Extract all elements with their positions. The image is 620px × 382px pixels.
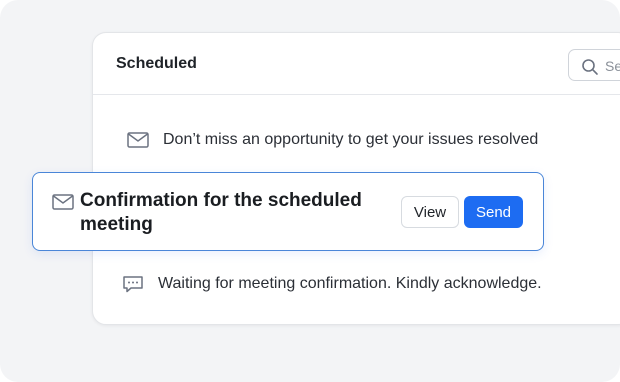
- card-title: Scheduled: [116, 55, 197, 72]
- card-header: Scheduled Se: [93, 33, 620, 95]
- search-icon: [582, 59, 598, 75]
- search-placeholder: Se: [605, 58, 620, 74]
- list-item[interactable]: Waiting for meeting confirmation. Kindly…: [93, 269, 620, 299]
- send-button[interactable]: Send: [464, 196, 523, 228]
- view-button[interactable]: View: [401, 196, 459, 228]
- list-item-text: Waiting for meeting confirmation. Kindly…: [158, 275, 542, 292]
- chat-icon: [123, 276, 143, 293]
- mail-icon: [127, 132, 149, 148]
- search-input[interactable]: Se: [568, 49, 620, 81]
- message-title: Confirmation for the scheduled meeting: [80, 190, 362, 235]
- mail-icon: [52, 194, 74, 210]
- list-item[interactable]: Don’t miss an opportunity to get your is…: [93, 125, 620, 155]
- list-item-text: Don’t miss an opportunity to get your is…: [163, 131, 539, 148]
- highlighted-message-card[interactable]: Confirmation for the scheduled meeting V…: [32, 172, 544, 251]
